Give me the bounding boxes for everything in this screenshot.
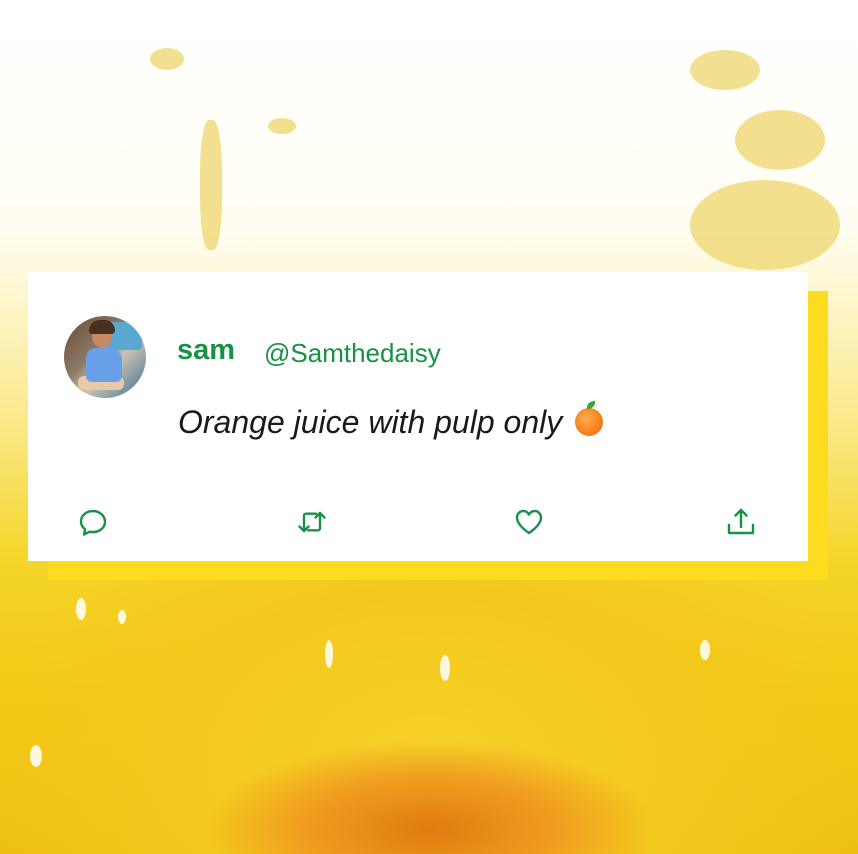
avatar[interactable] — [64, 316, 146, 398]
juice-splash — [268, 118, 296, 134]
juice-droplet — [118, 610, 126, 624]
juice-splash — [150, 48, 184, 70]
juice-splash — [200, 120, 222, 250]
juice-splash — [735, 110, 825, 170]
juice-droplet — [76, 598, 86, 620]
reply-icon — [79, 509, 107, 536]
juice-droplet — [30, 745, 42, 767]
retweet-icon — [298, 511, 326, 533]
reply-button[interactable] — [77, 506, 109, 538]
retweet-button[interactable] — [296, 506, 328, 538]
tweet-text: Orange juice with pulp only — [178, 404, 604, 441]
avatar-shirt — [86, 348, 122, 382]
display-name[interactable]: sam — [177, 334, 235, 367]
avatar-hair — [89, 320, 115, 334]
juice-droplet — [700, 640, 710, 660]
orange-emoji-icon — [575, 408, 604, 436]
juice-splash — [690, 50, 760, 90]
share-button[interactable] — [725, 506, 757, 538]
juice-droplet — [325, 640, 333, 668]
like-button[interactable] — [513, 506, 545, 538]
tweet-text-content: Orange juice with pulp only — [178, 404, 563, 440]
juice-droplet — [440, 655, 450, 681]
juice-splash — [690, 180, 840, 270]
user-handle[interactable]: @Samthedaisy — [264, 338, 441, 369]
like-icon — [515, 509, 543, 535]
share-icon — [727, 508, 755, 535]
